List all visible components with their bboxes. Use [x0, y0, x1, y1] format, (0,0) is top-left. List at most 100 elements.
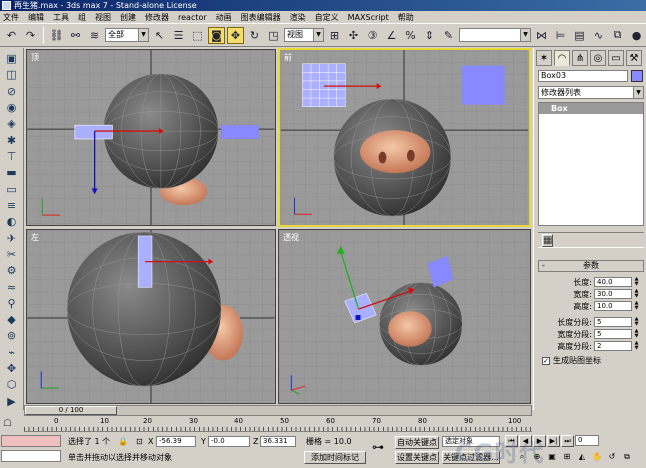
set-key-button[interactable]: 设置关键点: [395, 451, 439, 464]
maxscript-listener-output[interactable]: [1, 435, 61, 447]
fracture-icon[interactable]: ⚙: [3, 263, 20, 278]
redo-icon[interactable]: ↷: [22, 27, 39, 44]
spinner-icon[interactable]: ▲ ▼: [633, 301, 640, 311]
snout-mesh[interactable]: [360, 130, 431, 174]
previous-frame-icon[interactable]: ◀: [519, 435, 532, 447]
select-object-icon[interactable]: ↖: [151, 27, 168, 44]
zoom-extents-all-icon[interactable]: ⊞: [560, 451, 574, 463]
stack-item-box[interactable]: Box: [539, 103, 643, 114]
z-coordinate-field[interactable]: 36.331: [260, 436, 296, 447]
y-coordinate-field[interactable]: -0.0: [208, 436, 250, 447]
go-to-start-icon[interactable]: ⏮: [505, 435, 518, 447]
menu-create[interactable]: 创建: [120, 12, 136, 23]
tab-hierarchy-icon[interactable]: ⋔: [572, 50, 588, 66]
fracture-tool-icon[interactable]: ✥: [3, 361, 20, 376]
key-icon[interactable]: ⊶: [372, 441, 384, 453]
snout-mesh[interactable]: [388, 311, 432, 347]
modifier-stack[interactable]: Box: [538, 102, 644, 226]
select-scale-icon[interactable]: ◳: [265, 27, 282, 44]
curve-editor-icon[interactable]: ∿: [590, 27, 607, 44]
select-link-icon[interactable]: ⛓: [48, 27, 65, 44]
align-icon[interactable]: ⊨: [552, 27, 569, 44]
next-frame-icon[interactable]: ▶|: [547, 435, 560, 447]
convex-hull-icon[interactable]: ⬡: [3, 377, 20, 392]
param-value-field[interactable]: 2: [594, 341, 632, 351]
layer-manager-icon[interactable]: ▤: [571, 27, 588, 44]
constraint-icon[interactable]: ✱: [3, 133, 20, 148]
preview-icon[interactable]: ▶: [3, 394, 20, 409]
field-of-view-icon[interactable]: ◭: [575, 451, 589, 463]
spinner-icon[interactable]: ▲ ▼: [633, 341, 640, 351]
viewport-perspective[interactable]: 透视: [278, 229, 531, 404]
menu-graph-editors[interactable]: 图表编辑器: [241, 12, 281, 23]
zoom-icon[interactable]: ⌕: [515, 451, 529, 463]
absolute-mode-icon[interactable]: ⊡: [136, 436, 143, 447]
angle-snap-icon[interactable]: ∠: [383, 27, 400, 44]
point-path-icon[interactable]: ⌁: [3, 345, 20, 360]
viewport-label[interactable]: 顶: [31, 52, 39, 63]
material-editor-icon[interactable]: ●: [628, 27, 645, 44]
soft-body-icon[interactable]: ◉: [3, 100, 20, 115]
maxscript-listener-input[interactable]: [1, 450, 61, 462]
track-bar[interactable]: 0 10 20 30 40 50 60 70 80 90 100: [24, 416, 532, 432]
box-left-ear[interactable]: [302, 63, 346, 107]
configure-sets-icon[interactable]: ▦: [542, 233, 554, 247]
current-frame-field[interactable]: 0: [575, 435, 599, 446]
tab-modify-icon[interactable]: ◠: [554, 50, 570, 66]
viewport-label[interactable]: 左: [31, 232, 39, 243]
maximize-viewport-icon[interactable]: ⧉: [620, 451, 634, 463]
spinner-icon[interactable]: ▲ ▼: [633, 317, 640, 327]
box-right-ear[interactable]: [461, 65, 505, 105]
select-by-name-icon[interactable]: ☰: [170, 27, 187, 44]
unlink-icon[interactable]: ⚯: [67, 27, 84, 44]
water-icon[interactable]: ≈: [3, 279, 20, 294]
select-rotate-icon[interactable]: ↻: [246, 27, 263, 44]
viewport-label[interactable]: 前: [284, 52, 292, 63]
mini-listener-icon[interactable]: ☖: [3, 418, 19, 430]
menu-rendering[interactable]: 渲染: [290, 12, 306, 23]
window-crossing-icon[interactable]: ◙: [208, 26, 225, 44]
zoom-extents-icon[interactable]: ▣: [545, 451, 559, 463]
hinge-icon[interactable]: ⊤: [3, 149, 20, 164]
cloth-icon[interactable]: ◫: [3, 67, 20, 82]
object-name-field[interactable]: Box03: [538, 70, 628, 82]
manipulate-icon[interactable]: ✣: [345, 27, 362, 44]
snap-3d-icon[interactable]: ③: [364, 27, 381, 44]
tab-motion-icon[interactable]: ◎: [590, 50, 606, 66]
menu-views[interactable]: 视图: [95, 12, 111, 23]
checkbox[interactable]: ✓: [542, 356, 550, 365]
menu-help[interactable]: 帮助: [398, 12, 414, 23]
undo-icon[interactable]: ↶: [3, 27, 20, 44]
menu-tools[interactable]: 工具: [53, 12, 69, 23]
add-time-tag-button[interactable]: 添加时间标记: [304, 451, 366, 464]
wind-icon[interactable]: ✈: [3, 230, 20, 245]
selection-filter-dropdown[interactable]: 全部 ▼: [105, 28, 149, 42]
viewport-left[interactable]: 左: [26, 229, 276, 404]
prismatic-icon[interactable]: ◆: [3, 312, 20, 327]
time-slider-thumb[interactable]: 0 / 100: [25, 406, 117, 415]
auto-key-button[interactable]: 自动关键点: [395, 436, 439, 449]
percent-snap-icon[interactable]: %: [402, 27, 419, 44]
pan-icon[interactable]: ✋: [590, 451, 604, 463]
named-selection-dropdown[interactable]: ▼: [459, 28, 531, 42]
spinner-icon[interactable]: ▲ ▼: [633, 277, 640, 287]
menu-group[interactable]: 组: [78, 12, 86, 23]
menu-maxscript[interactable]: MAXScript: [348, 13, 389, 22]
mirror-icon[interactable]: ⋈: [533, 27, 550, 44]
menu-customize[interactable]: 自定义: [315, 12, 339, 23]
modifier-list-dropdown[interactable]: 修改器列表 ▼: [538, 86, 644, 99]
menu-file[interactable]: 文件: [3, 12, 19, 23]
bind-space-warp-icon[interactable]: ≋: [86, 27, 103, 44]
menu-modifiers[interactable]: 修改器: [145, 12, 169, 23]
car-wheel-icon[interactable]: ⊚: [3, 328, 20, 343]
tab-utilities-icon[interactable]: ⚒: [626, 50, 642, 66]
ragdoll-icon[interactable]: ⚲: [3, 296, 20, 311]
play-icon[interactable]: ▶: [533, 435, 546, 447]
rope-icon[interactable]: ⊘: [3, 84, 20, 99]
gizmo-z[interactable]: [355, 315, 361, 320]
param-value-field[interactable]: 30.0: [594, 289, 632, 299]
viewport-top[interactable]: 顶: [26, 49, 276, 226]
spinner-snap-icon[interactable]: ⇕: [421, 27, 438, 44]
tab-create-icon[interactable]: ✶: [536, 50, 552, 66]
x-coordinate-field[interactable]: -56.39: [156, 436, 196, 447]
